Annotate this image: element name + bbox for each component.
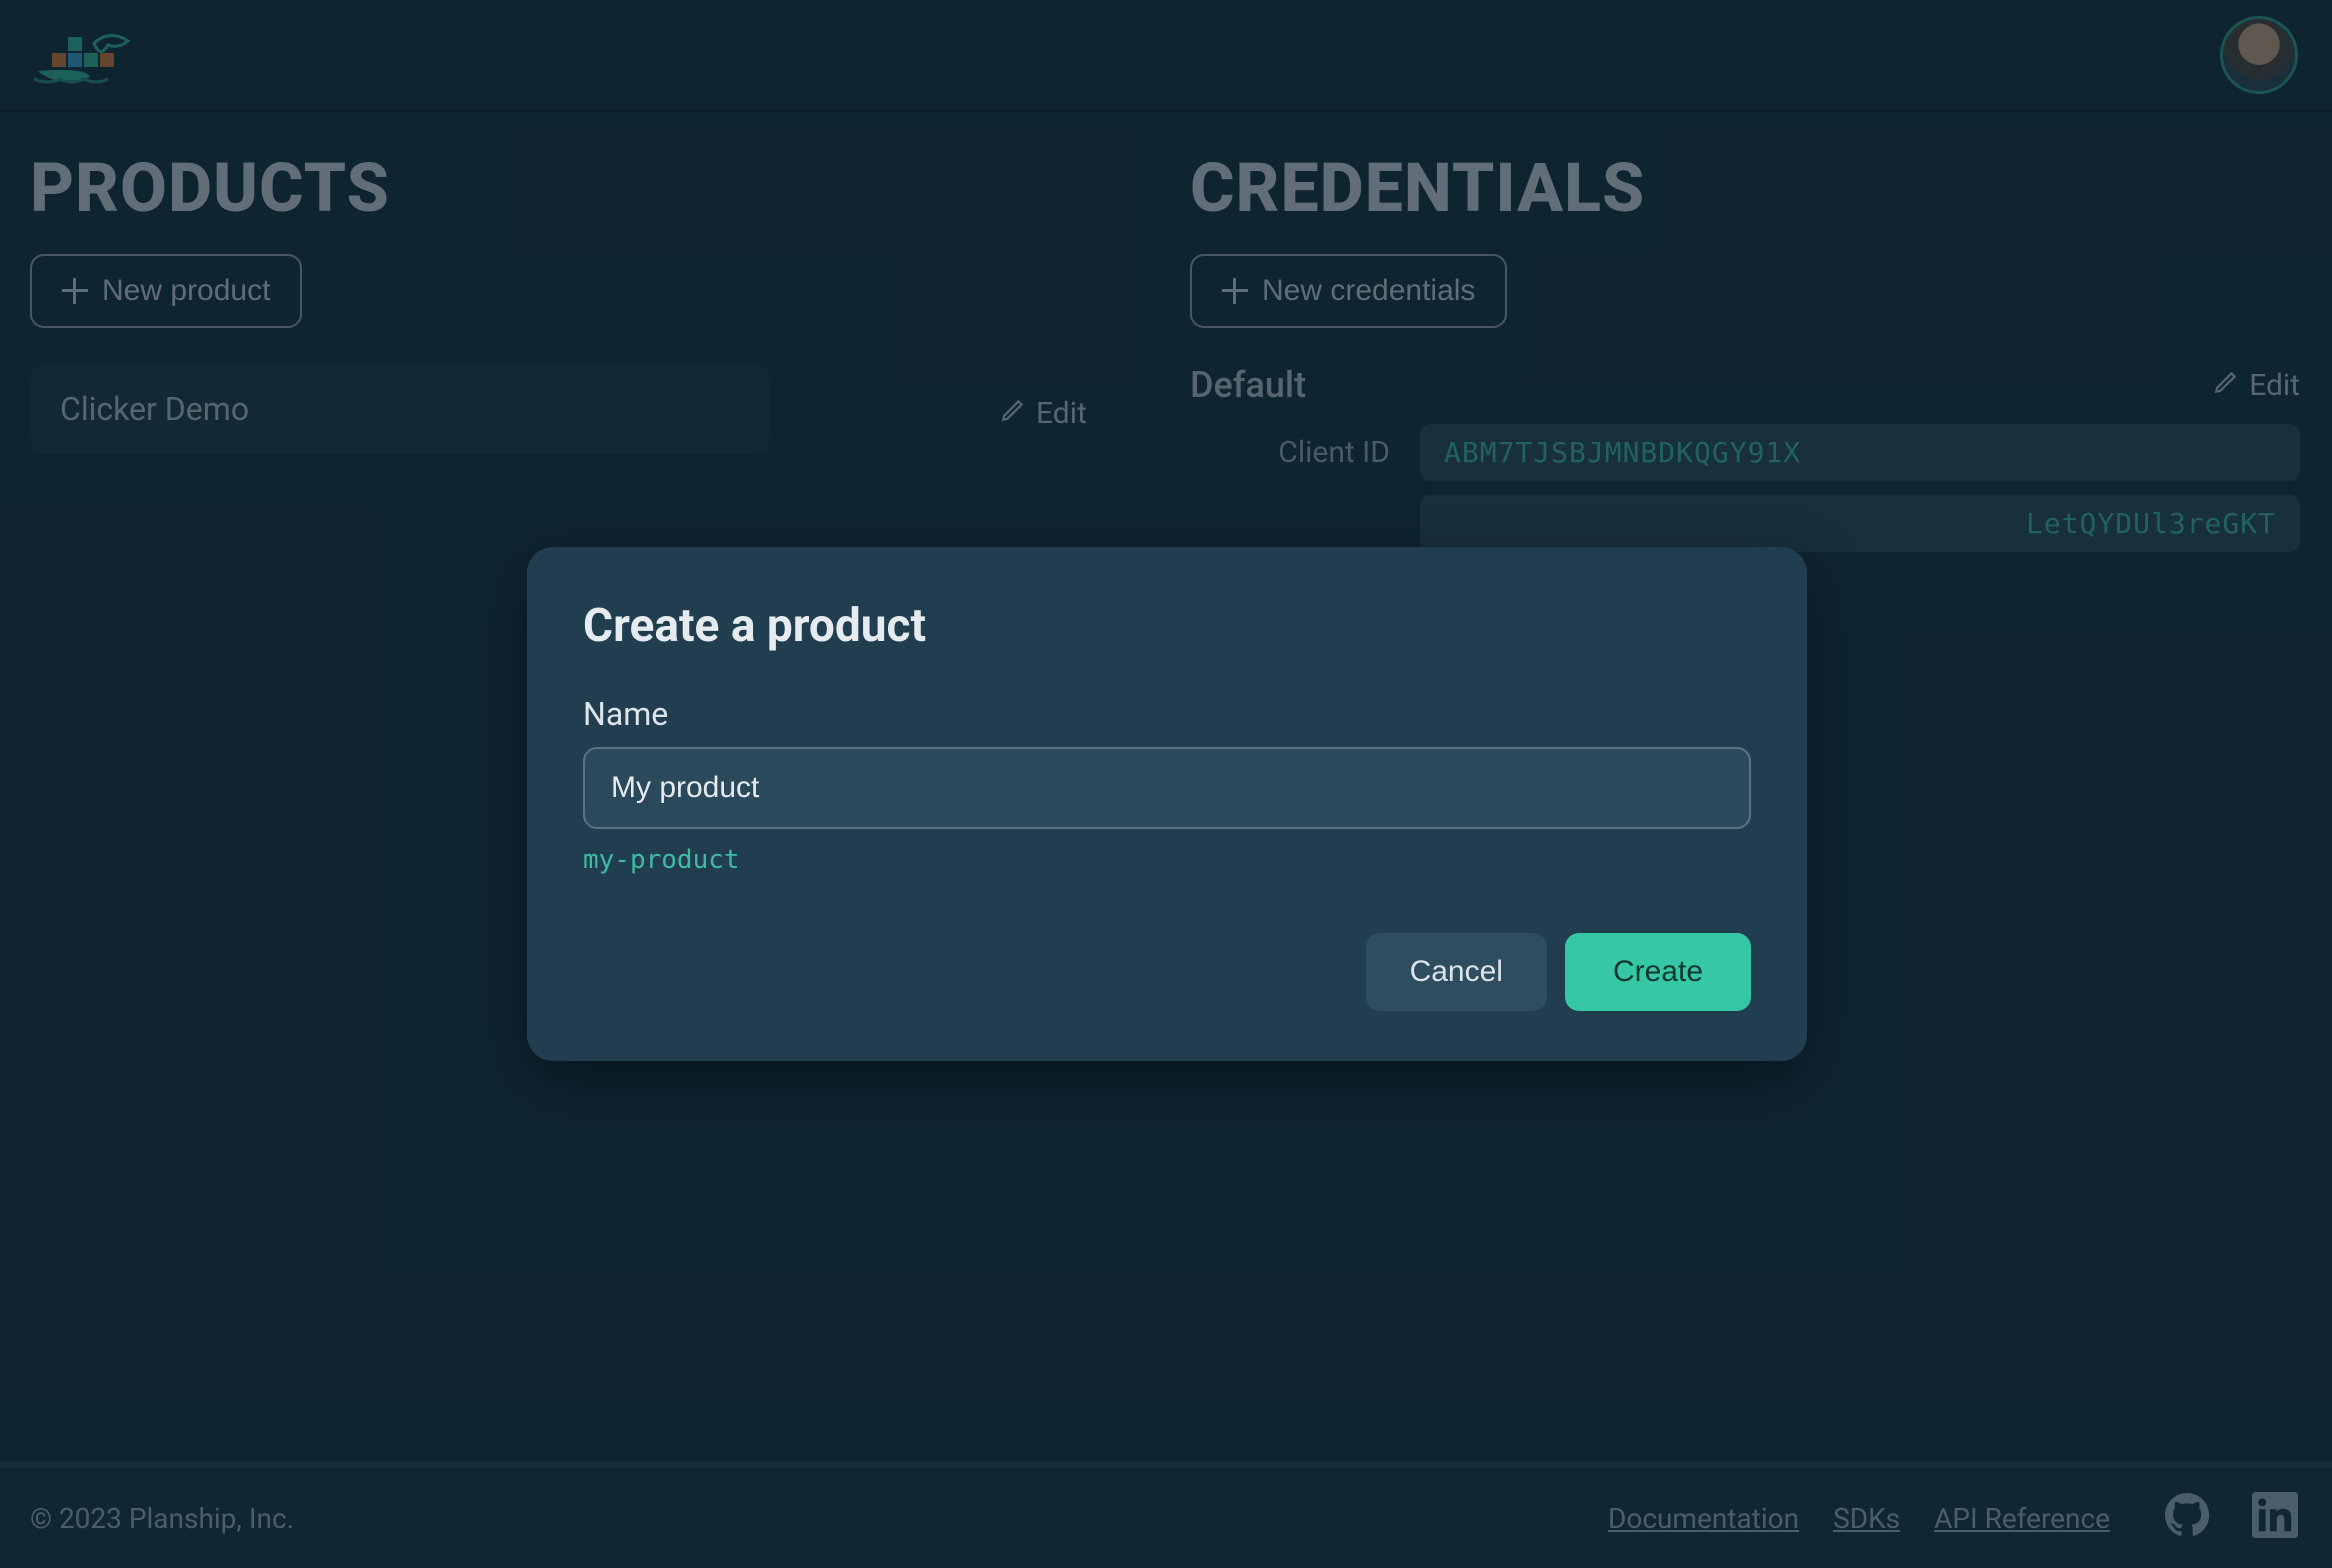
name-field-label: Name <box>583 695 1751 733</box>
create-product-modal: Create a product Name my-product Cancel … <box>527 547 1807 1061</box>
modal-actions: Cancel Create <box>583 933 1751 1011</box>
modal-title: Create a product <box>583 599 1751 653</box>
product-name-input[interactable] <box>583 747 1751 829</box>
create-button[interactable]: Create <box>1565 933 1751 1011</box>
product-slug-preview: my-product <box>583 845 1751 875</box>
cancel-button[interactable]: Cancel <box>1366 933 1547 1011</box>
